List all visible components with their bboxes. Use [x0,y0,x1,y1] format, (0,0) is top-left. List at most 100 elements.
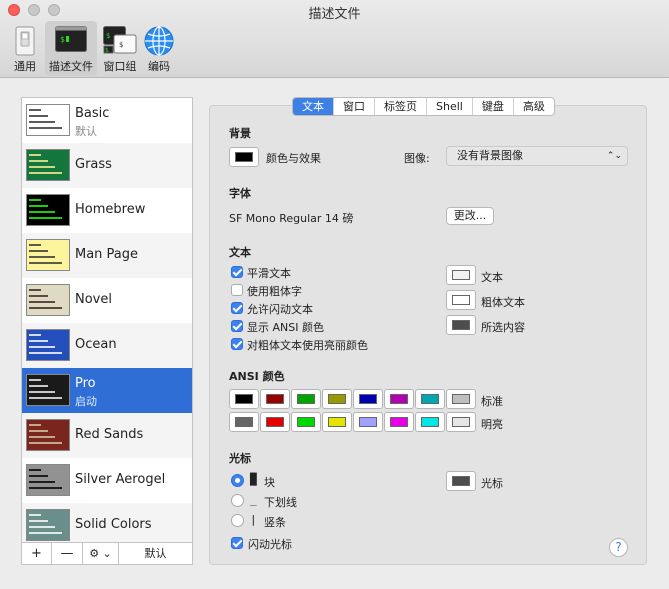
text-option-label: 对粗体文本使用亮丽颜色 [247,339,368,352]
cursor-style-label: 下划线 [264,496,297,509]
background-image-label: 图像: [404,152,430,165]
preview-text-line [29,334,41,336]
preview-text-line [29,301,55,303]
add-profile-button[interactable]: + [22,543,52,564]
profile-list-footer: + — ⚙ ⌄ 默认 [21,542,193,565]
ansi-standard-color-well[interactable] [353,389,383,409]
profile-preview-thumbnail [26,329,70,361]
tab-tabs[interactable]: 标签页 [375,98,427,115]
toolbar-window-groups[interactable]: $ $ $ 窗口组 [100,21,140,76]
ansi-bright-color-well[interactable] [322,412,352,432]
select-arrows-icon: ⌃⌄ [606,151,622,161]
ansi-bright-color-well[interactable] [353,412,383,432]
preview-text-line [29,352,62,354]
help-button[interactable]: ? [609,538,628,557]
profile-name: Homebrew [75,202,146,217]
text-color-well[interactable] [446,290,476,310]
terminal-icon: $ [55,26,87,52]
background-image-select[interactable]: 没有背景图像 ⌃⌄ [446,146,628,166]
ansi-color-chip [421,417,439,427]
ansi-standard-color-well[interactable] [384,389,414,409]
ansi-standard-color-well[interactable] [415,389,445,409]
change-font-button[interactable]: 更改... [446,207,494,225]
toolbar-encodings[interactable]: 编码 [143,21,175,76]
preview-text-line [29,487,62,489]
preview-text-line [29,199,41,201]
settings-tabs: 文本 窗口 标签页 Shell 键盘 高级 [292,97,555,116]
preview-text-line [29,469,41,471]
toolbar-profiles[interactable]: $ 描述文件 [45,21,97,76]
profile-name: Solid Colors [75,517,152,532]
text-color-label: 粗体文本 [481,296,525,309]
text-option-label: 平滑文本 [247,267,291,280]
background-color-well[interactable] [229,147,259,167]
text-option-checkbox[interactable] [231,284,243,296]
ansi-color-chip [359,417,377,427]
toolbar-general[interactable]: 通用 [9,21,41,76]
profile-item[interactable]: Man Page [22,233,192,278]
toolbar-encodings-label: 编码 [148,60,170,73]
cursor-style-radio[interactable] [231,494,244,507]
preview-text-line [29,127,62,129]
tab-shell[interactable]: Shell [427,98,473,115]
ansi-standard-color-well[interactable] [229,389,259,409]
ansi-bright-color-well[interactable] [229,412,259,432]
profile-list[interactable]: Basic 默认 Grass Homebrew Man Page Novel Ocean Pr… [21,97,193,565]
preview-text-line [29,514,41,516]
profile-actions-menu-button[interactable]: ⚙ ⌄ [83,543,119,564]
cursor-style-radio[interactable] [231,514,244,527]
profile-preview-thumbnail [26,239,70,271]
ansi-standard-color-well[interactable] [291,389,321,409]
text-color-well[interactable] [446,265,476,285]
text-option-checkbox[interactable] [231,302,243,314]
profile-item[interactable]: Novel [22,278,192,323]
text-option-checkbox[interactable] [231,320,243,332]
ansi-bright-color-well[interactable] [446,412,476,432]
ansi-bright-color-well[interactable] [384,412,414,432]
ansi-bright-color-well[interactable] [291,412,321,432]
preview-text-line [29,532,62,534]
preview-text-line [29,379,41,381]
preview-text-line [29,391,55,393]
preview-text-line [29,115,48,117]
title-bar: 描述文件 通用 $ 描述文件 $ $ $ 窗口组 编码 [0,0,669,78]
profile-preview-thumbnail [26,194,70,226]
ansi-standard-color-well[interactable] [260,389,290,409]
text-option-label: 使用粗体字 [247,285,302,298]
cursor-color-well[interactable] [446,471,476,491]
switch-icon [15,26,35,56]
remove-profile-button[interactable]: — [52,543,83,564]
text-option-label: 允许闪动文本 [247,303,313,316]
tab-window[interactable]: 窗口 [334,98,375,115]
tab-keyboard[interactable]: 键盘 [473,98,514,115]
profile-item[interactable]: Pro 启动 [22,368,192,413]
tab-advanced[interactable]: 高级 [514,98,554,115]
text-color-chip [452,270,470,280]
svg-text:$: $ [119,41,123,49]
profile-item[interactable]: Homebrew [22,188,192,233]
ansi-bright-color-well[interactable] [415,412,445,432]
ansi-color-chip [390,394,408,404]
text-color-well[interactable] [446,315,476,335]
text-option-checkbox[interactable] [231,338,243,350]
blink-cursor-checkbox[interactable] [231,537,243,549]
set-default-profile-button[interactable]: 默认 [119,543,192,564]
preview-text-line [29,205,48,207]
profile-item[interactable]: Silver Aerogel [22,458,192,503]
profile-item[interactable]: Basic 默认 [22,98,192,143]
ansi-bright-color-well[interactable] [260,412,290,432]
profile-preview-thumbnail [26,464,70,496]
profile-preview-thumbnail [26,509,70,541]
profile-item[interactable]: Grass [22,143,192,188]
profile-item[interactable]: Ocean [22,323,192,368]
preview-text-line [29,436,55,438]
ansi-standard-color-well[interactable] [446,389,476,409]
preview-text-line [29,121,55,123]
cursor-style-radio[interactable] [231,474,244,487]
text-option-checkbox[interactable] [231,266,243,278]
preview-text-line [29,160,48,162]
ansi-standard-color-well[interactable] [322,389,352,409]
preview-text-line [29,346,55,348]
profile-item[interactable]: Red Sands [22,413,192,458]
tab-text[interactable]: 文本 [293,98,334,115]
